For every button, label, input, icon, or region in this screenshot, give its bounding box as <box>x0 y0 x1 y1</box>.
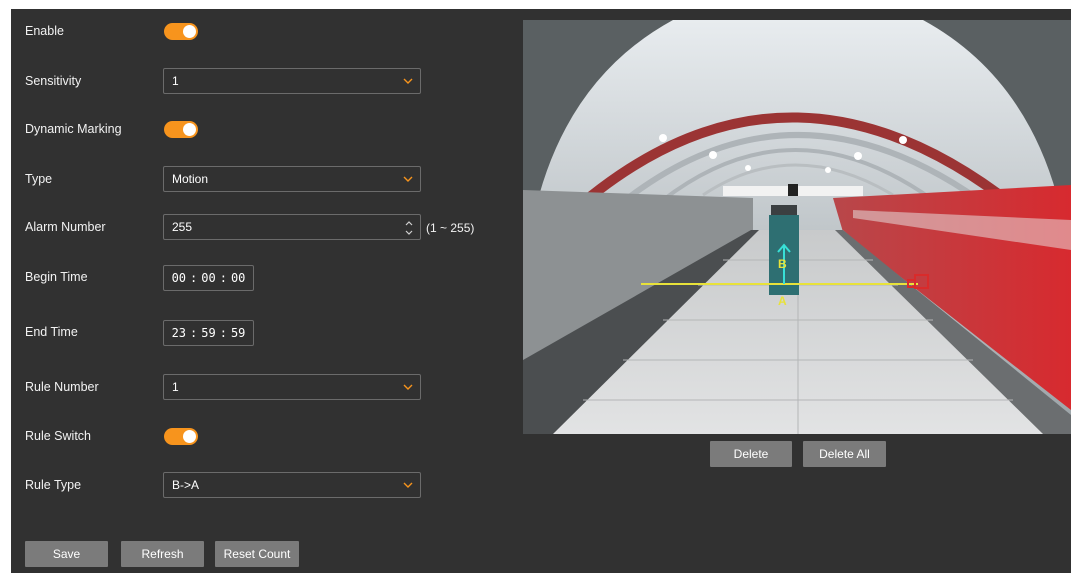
chevron-down-icon <box>403 78 413 84</box>
toggle-knob <box>183 25 196 38</box>
rule-switch-row: Rule Switch <box>25 422 163 450</box>
begin-time-input[interactable]: 00 : 00 : 00 <box>163 265 254 291</box>
begin-time-row: Begin Time <box>25 263 163 291</box>
sensitivity-value: 1 <box>172 74 179 88</box>
begin-second[interactable]: 00 <box>229 271 247 285</box>
enable-label: Enable <box>25 24 64 38</box>
time-separator: : <box>190 271 198 285</box>
rule-type-select[interactable]: B->A <box>163 472 421 498</box>
dynamic-marking-label: Dynamic Marking <box>25 122 122 136</box>
rule-number-label: Rule Number <box>25 380 99 394</box>
type-value: Motion <box>172 172 209 186</box>
type-label: Type <box>25 172 53 186</box>
enable-row: Enable <box>25 17 163 45</box>
rule-number-row: Rule Number <box>25 373 163 401</box>
chevron-down-icon <box>403 384 413 390</box>
end-second[interactable]: 59 <box>229 326 247 340</box>
alarm-number-row: Alarm Number <box>25 213 163 241</box>
rule-type-value: B->A <box>172 478 200 492</box>
alarm-number-value: 255 <box>172 220 193 234</box>
settings-panel: Enable Sensitivity 1 Dynamic Marking Typ… <box>11 9 1071 573</box>
alarm-number-input[interactable]: 255 <box>163 214 421 240</box>
overlay-label-a: A <box>778 294 787 308</box>
sensitivity-row: Sensitivity <box>25 67 163 95</box>
dynamic-marking-row: Dynamic Marking <box>25 115 163 143</box>
delete-all-button[interactable]: Delete All <box>803 441 886 467</box>
toggle-knob <box>183 430 196 443</box>
time-separator: : <box>190 326 198 340</box>
sensitivity-select[interactable]: 1 <box>163 68 421 94</box>
time-separator: : <box>219 271 227 285</box>
rule-number-select[interactable]: 1 <box>163 374 421 400</box>
alarm-number-range: (1 ~ 255) <box>426 221 475 235</box>
refresh-button[interactable]: Refresh <box>121 541 204 567</box>
end-hour[interactable]: 23 <box>170 326 188 340</box>
end-time-input[interactable]: 23 : 59 : 59 <box>163 320 254 346</box>
enable-toggle[interactable] <box>164 23 198 40</box>
begin-minute[interactable]: 00 <box>199 271 217 285</box>
type-row: Type <box>25 165 163 193</box>
end-time-row: End Time <box>25 318 163 346</box>
type-select[interactable]: Motion <box>163 166 421 192</box>
save-button[interactable]: Save <box>25 541 108 567</box>
overlay-label-b: B <box>778 257 787 271</box>
end-minute[interactable]: 59 <box>199 326 217 340</box>
spinner-icon[interactable] <box>404 218 414 238</box>
time-separator: : <box>219 326 227 340</box>
begin-time-label: Begin Time <box>25 270 88 284</box>
reset-count-button[interactable]: Reset Count <box>215 541 299 567</box>
chevron-down-icon <box>403 482 413 488</box>
toggle-knob <box>183 123 196 136</box>
camera-scene-image: B A <box>523 20 1071 434</box>
chevron-down-icon <box>403 176 413 182</box>
end-time-label: End Time <box>25 325 78 339</box>
alarm-number-label: Alarm Number <box>25 220 106 234</box>
rule-number-value: 1 <box>172 380 179 394</box>
rule-switch-label: Rule Switch <box>25 429 91 443</box>
sensitivity-label: Sensitivity <box>25 74 82 88</box>
dynamic-marking-toggle[interactable] <box>164 121 198 138</box>
rule-type-row: Rule Type <box>25 471 163 499</box>
rule-switch-toggle[interactable] <box>164 428 198 445</box>
begin-hour[interactable]: 00 <box>170 271 188 285</box>
rule-type-label: Rule Type <box>25 478 82 492</box>
delete-button[interactable]: Delete <box>710 441 792 467</box>
video-preview[interactable]: B A <box>523 20 1071 434</box>
